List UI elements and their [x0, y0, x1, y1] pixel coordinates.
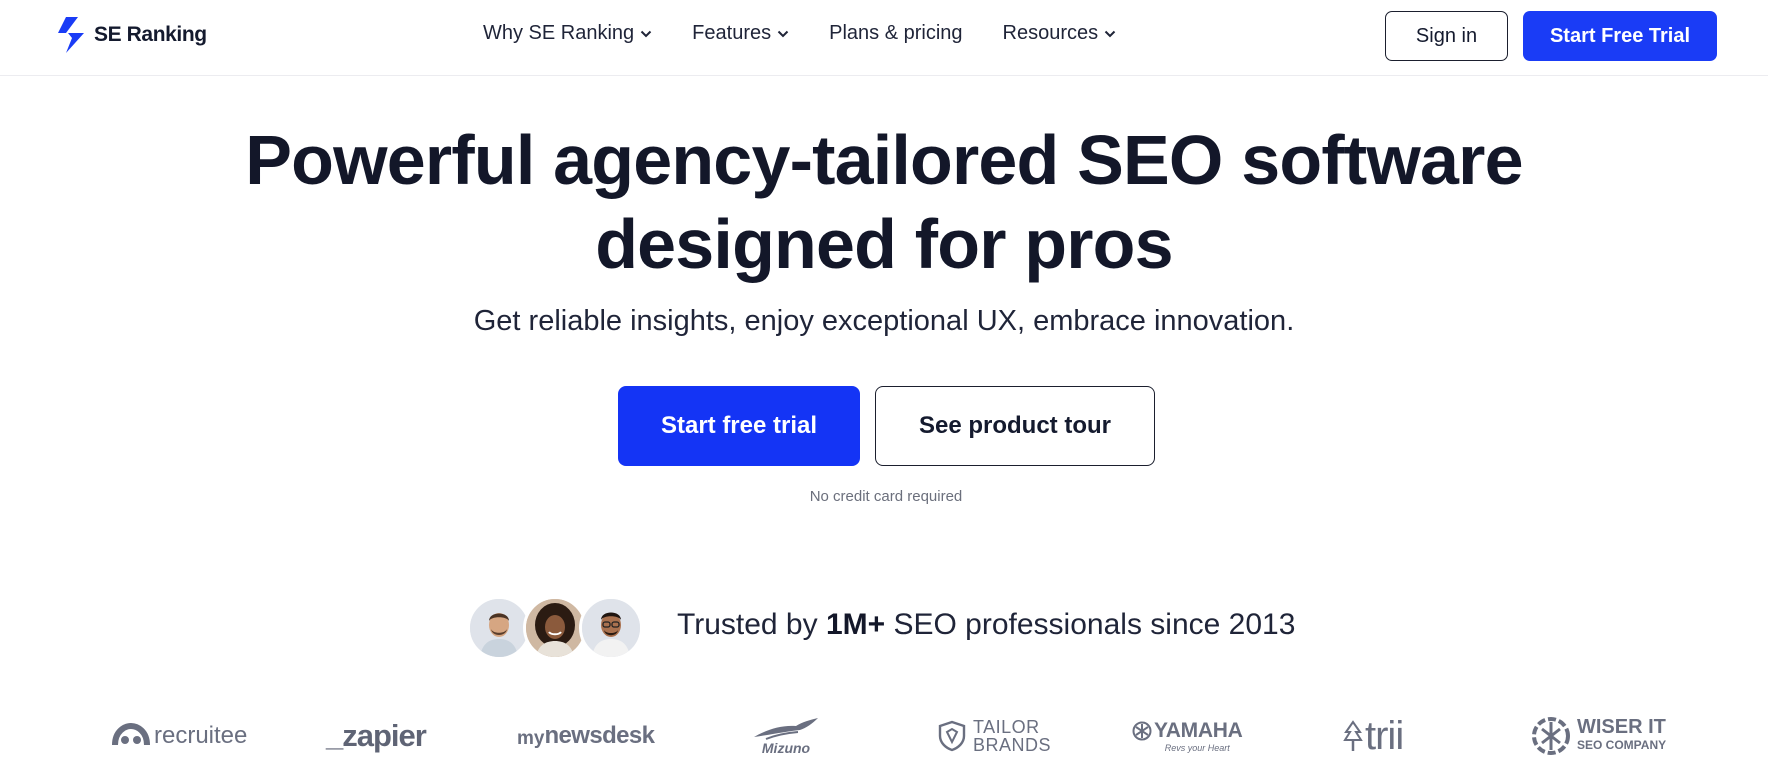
se-ranking-logo-icon	[58, 17, 84, 53]
trusted-by-text: Trusted by 1M+ SEO professionals since 2…	[677, 608, 1296, 641]
mynewsdesk-logo: my newsdesk	[517, 722, 655, 749]
chevron-down-icon	[640, 30, 652, 37]
hero-subtitle: Get reliable insights, enjoy exceptional…	[473, 305, 1295, 337]
brand-logo[interactable]: SE Ranking	[54, 16, 207, 54]
nav-resources[interactable]: Resources	[1003, 22, 1117, 45]
avatar	[579, 596, 643, 660]
sign-in-button[interactable]: Sign in	[1385, 11, 1508, 61]
start-free-trial-header-button[interactable]: Start Free Trial	[1523, 11, 1717, 61]
chevron-down-icon	[1104, 30, 1116, 37]
see-product-tour-button[interactable]: See product tour	[875, 386, 1155, 466]
avatar	[467, 596, 531, 660]
hero-title: Powerful agency-tailored SEO software de…	[0, 118, 1768, 286]
client-logos: recruitee _zapier my newsdesk Mizuno TAIL…	[0, 706, 1768, 766]
nav-label: Why SE Ranking	[483, 22, 635, 44]
yamaha-tuning-fork-icon	[1132, 721, 1152, 741]
mizuno-logo: Mizuno	[752, 706, 820, 766]
user-count: 1M+	[825, 608, 886, 641]
avatar	[523, 596, 587, 660]
mizuno-runbird-icon	[754, 718, 818, 740]
nav-features[interactable]: Features	[692, 22, 789, 45]
tree-icon	[1343, 720, 1363, 751]
recruitee-logo: recruitee	[112, 706, 247, 766]
hero-title-line2: designed for pros	[595, 205, 1173, 283]
zapier-logo: _zapier	[326, 718, 427, 753]
start-free-trial-button[interactable]: Start free trial	[618, 386, 860, 466]
recruitee-icon	[112, 723, 150, 746]
nav-why-se-ranking[interactable]: Why SE Ranking	[483, 22, 652, 45]
wiser-it-logo: WISER IT SEO COMPANY	[1531, 706, 1666, 766]
nav-label: Features	[692, 22, 772, 44]
tailor-brands-icon	[938, 720, 966, 752]
nav-plans-pricing[interactable]: Plans & pricing	[829, 22, 962, 45]
tailor-brands-logo: TAILOR BRANDS	[937, 706, 1051, 766]
site-header: SE Ranking Why SE Ranking Features Plans…	[0, 0, 1768, 76]
trii-logo: trii	[1343, 706, 1404, 766]
chevron-down-icon	[777, 30, 789, 37]
user-avatars	[467, 596, 647, 660]
hero-title-line1: Powerful agency-tailored SEO software	[245, 121, 1523, 199]
nav-label: Resources	[1002, 22, 1099, 44]
no-credit-card-note: No credit card required	[809, 488, 963, 505]
nav-label: Plans & pricing	[829, 22, 963, 44]
wiser-it-brain-icon	[1532, 717, 1570, 755]
brand-name: SE Ranking	[94, 23, 207, 46]
yamaha-logo: YAMAHA Revs your Heart	[1132, 706, 1243, 766]
main-nav: Why SE Ranking Features Plans & pricing …	[483, 22, 1116, 45]
